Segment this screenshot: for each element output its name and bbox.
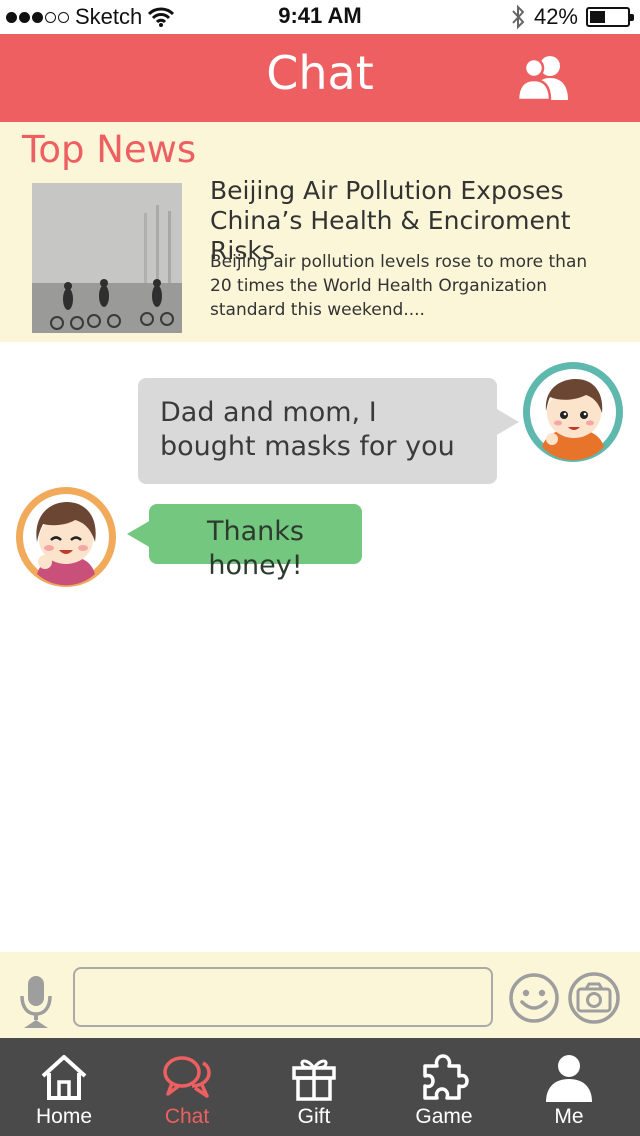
home-icon (41, 1055, 87, 1100)
outgoing-message-bubble[interactable]: Dad and mom, I bought masks for you (138, 378, 519, 484)
tab-me[interactable]: Me (505, 1038, 633, 1136)
tab-label: Me (554, 1105, 584, 1128)
camera-icon[interactable] (567, 971, 621, 1025)
tab-label: Home (35, 1105, 93, 1128)
status-right: 42% (510, 3, 634, 31)
chat-icon (163, 1056, 211, 1098)
news-heading: Top News (22, 128, 197, 171)
tab-home[interactable]: Home (0, 1038, 128, 1136)
tab-label: Game (415, 1105, 473, 1128)
emoji-icon[interactable] (508, 972, 560, 1024)
contacts-icon[interactable] (516, 54, 572, 100)
message-input[interactable] (73, 967, 493, 1027)
bluetooth-icon (512, 4, 525, 30)
status-bar: Sketch 9:41 AM 42% (0, 0, 640, 34)
tab-label: Gift (297, 1105, 331, 1128)
tab-label: Chat (164, 1105, 210, 1128)
header: Chat (0, 34, 640, 122)
battery-percentage: 42% (533, 4, 578, 29)
news-title-line-1: Beijing Air Pollution Exposes (210, 176, 564, 205)
battery-level (590, 11, 606, 23)
gift-icon (292, 1059, 336, 1101)
son-avatar[interactable] (522, 361, 624, 463)
cyclists-in-smog-image (32, 183, 182, 333)
puzzle-icon (423, 1054, 469, 1100)
top-news-card[interactable]: Top News Beijing Air Pollution Exposes C… (0, 122, 640, 342)
microphone-icon[interactable] (16, 974, 56, 1028)
mom-avatar[interactable] (15, 486, 117, 588)
person-icon (546, 1055, 592, 1102)
tab-gift[interactable]: Gift (250, 1038, 378, 1136)
tab-chat[interactable]: Chat (123, 1038, 251, 1136)
tab-bar: Home Chat Gift Game Me (0, 1038, 640, 1136)
message-input-bar (0, 952, 640, 1038)
incoming-message-bubble[interactable]: Thanks honey! (127, 504, 362, 581)
tab-game[interactable]: Game (380, 1038, 508, 1136)
news-summary: Beijing air pollution levels rose to mor… (210, 252, 588, 320)
news-image (32, 183, 182, 333)
battery-icon (586, 7, 634, 27)
